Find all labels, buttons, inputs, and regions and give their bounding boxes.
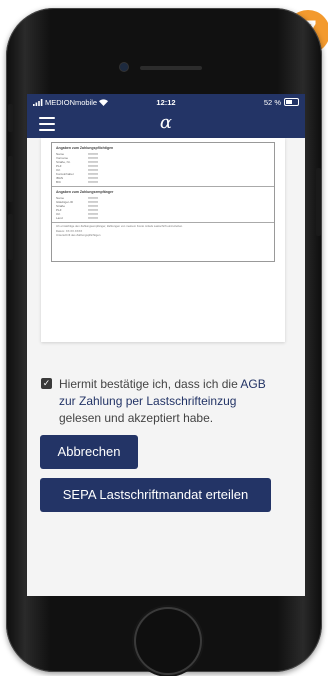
payer-row-label: BIC	[56, 180, 62, 184]
battery-icon	[284, 98, 299, 106]
mandate-signature: Unterschrift des Zahlungspflichtigen	[56, 233, 101, 238]
payer-section-title: Angaben zum Zahlungspflichtigen	[56, 146, 114, 150]
volume-down-button	[8, 214, 13, 260]
payee-section-title: Angaben zum Zahlungsempfänger	[56, 190, 114, 194]
volume-up-button	[8, 156, 13, 202]
payer-row-value: XXXXX	[88, 180, 99, 184]
mandate-form: Angaben zum Zahlungspflichtigen Name XXXX…	[51, 142, 275, 262]
power-button	[316, 168, 321, 236]
consent-text: Hiermit bestätige ich, dass ich die AGB …	[59, 376, 281, 427]
payee-row-label: Land	[56, 216, 63, 220]
app-logo: α	[159, 112, 173, 133]
terms-consent[interactable]: ✓ Hiermit bestätige ich, dass ich die AG…	[41, 376, 281, 427]
mandate-note: Ich ermächtige den Zahlungsempfänger, Za…	[56, 224, 184, 228]
home-button[interactable]	[136, 609, 200, 673]
payee-row: Land XXXXX	[56, 216, 270, 220]
consent-checkbox[interactable]: ✓	[41, 378, 52, 389]
front-camera	[120, 63, 128, 71]
clock: 12:12	[156, 97, 176, 107]
payee-row-value: XXXXX	[88, 216, 99, 220]
consent-text-after: gelesen und akzeptiert habe.	[59, 411, 214, 425]
grant-sepa-mandate-button[interactable]: SEPA Lastschriftmandat erteilen	[40, 478, 271, 512]
phone-screen: MEDIONmobile 12:12 52 % α Angaben zum Za…	[27, 94, 305, 596]
payer-row: BIC XXXXX	[56, 180, 270, 184]
cancel-button[interactable]: Abbrechen	[40, 435, 138, 469]
main-content: Angaben zum Zahlungspflichtigen Name XXXX…	[27, 138, 305, 596]
mute-switch	[8, 104, 13, 132]
sepa-mandate-preview: Angaben zum Zahlungspflichtigen Name XXXX…	[41, 138, 285, 342]
consent-text-before: Hiermit bestätige ich, dass ich die	[59, 377, 241, 391]
app-header: α	[27, 110, 305, 138]
earpiece-speaker	[140, 66, 202, 70]
status-bar: MEDIONmobile 12:12 52 %	[27, 94, 305, 110]
